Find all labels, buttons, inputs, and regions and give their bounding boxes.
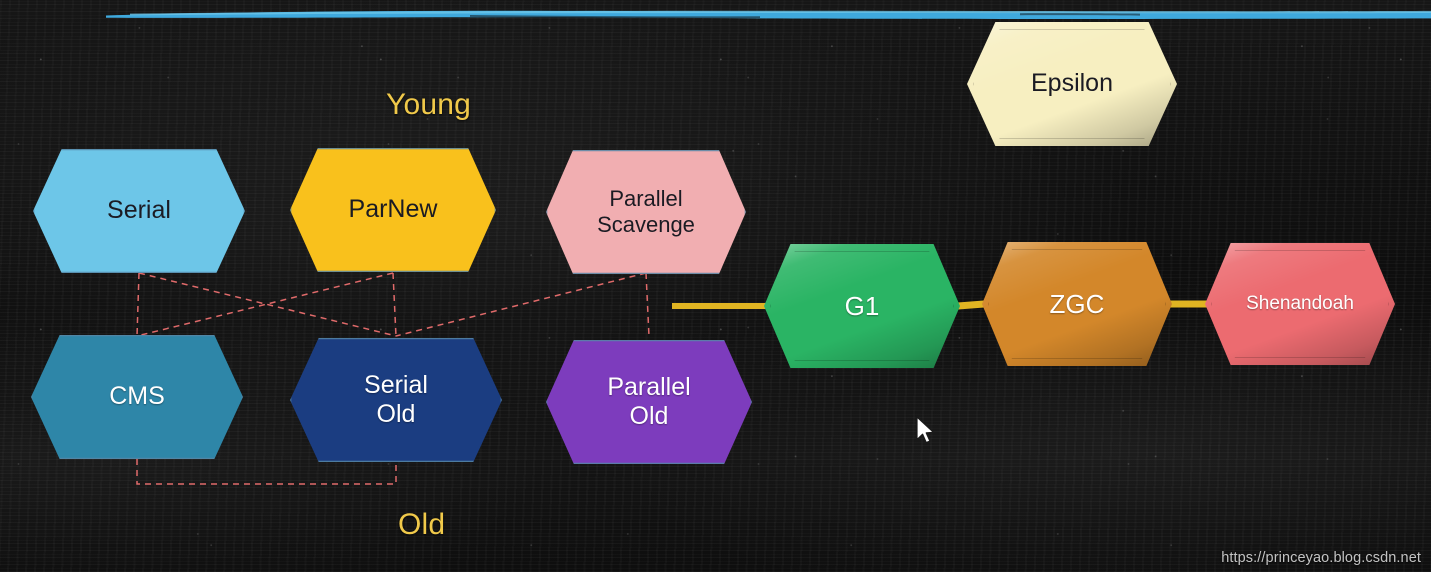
node-epsilon[interactable]: Epsilon <box>967 22 1177 146</box>
node-label: CMS <box>31 382 243 412</box>
node-cms[interactable]: CMS <box>31 335 243 459</box>
node-zgc[interactable]: ZGC <box>982 242 1172 366</box>
section-label-old: Old <box>398 508 445 542</box>
node-label: Serial Old <box>290 371 502 430</box>
node-serial-old[interactable]: Serial Old <box>290 338 502 462</box>
node-serial[interactable]: Serial <box>33 149 245 273</box>
node-shenandoah[interactable]: Shenandoah <box>1205 243 1395 365</box>
node-parallel-old[interactable]: Parallel Old <box>546 340 752 464</box>
node-label: ZGC <box>982 289 1172 320</box>
node-parnew[interactable]: ParNew <box>290 148 496 272</box>
node-parallel-scavenge[interactable]: Parallel Scavenge <box>546 150 746 274</box>
node-label: G1 <box>764 291 960 322</box>
node-label: Epsilon <box>967 69 1177 99</box>
diagram-canvas: Young Old Serial ParNew Parallel Scaveng… <box>0 0 1431 572</box>
node-label: Parallel Scavenge <box>546 186 746 238</box>
node-label: Parallel Old <box>546 373 752 432</box>
node-label: ParNew <box>290 195 496 225</box>
section-label-young: Young <box>386 88 471 122</box>
node-label: Serial <box>33 196 245 226</box>
node-g1[interactable]: G1 <box>764 244 960 368</box>
node-label: Shenandoah <box>1205 293 1395 315</box>
watermark-url: https://princeyao.blog.csdn.net <box>1221 550 1421 566</box>
